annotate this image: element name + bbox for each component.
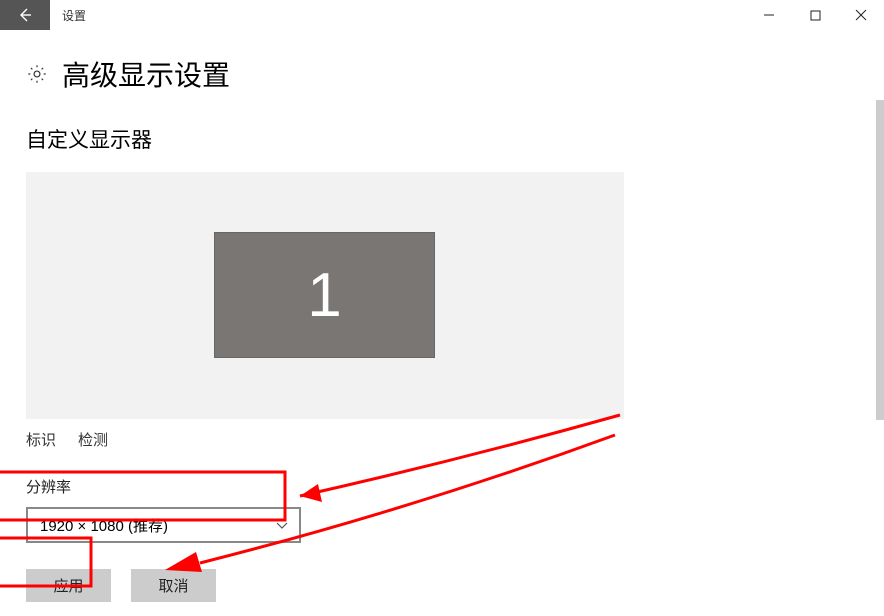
detect-link[interactable]: 检测 [78, 429, 108, 450]
resolution-label: 分辨率 [26, 476, 858, 497]
apply-button[interactable]: 应用 [26, 569, 111, 602]
maximize-button[interactable] [792, 0, 838, 30]
page-title: 高级显示设置 [62, 54, 230, 94]
maximize-icon [810, 10, 821, 21]
content-area: 高级显示设置 自定义显示器 1 标识 检测 分辨率 1920 × 1080 (推… [0, 30, 884, 616]
chevron-down-icon [275, 518, 289, 532]
back-button[interactable] [0, 0, 50, 30]
arrow-left-icon [16, 6, 34, 24]
monitor-preview-area[interactable]: 1 [26, 172, 624, 419]
minimize-button[interactable] [746, 0, 792, 30]
app-title: 设置 [50, 0, 86, 30]
minimize-icon [763, 9, 775, 21]
window-controls [746, 0, 884, 30]
titlebar: 设置 [0, 0, 884, 30]
monitor-1[interactable]: 1 [215, 233, 434, 357]
resolution-dropdown[interactable]: 1920 × 1080 (推荐) [26, 507, 301, 543]
page-header: 高级显示设置 [26, 54, 858, 94]
monitor-actions: 标识 检测 [26, 429, 858, 450]
identify-link[interactable]: 标识 [26, 429, 56, 450]
resolution-value: 1920 × 1080 (推荐) [40, 515, 168, 536]
section-title: 自定义显示器 [26, 124, 858, 154]
cancel-button[interactable]: 取消 [131, 569, 216, 602]
scrollbar[interactable] [876, 100, 884, 420]
close-icon [855, 9, 867, 21]
button-row: 应用 取消 [26, 569, 858, 602]
gear-icon [26, 63, 48, 85]
close-button[interactable] [838, 0, 884, 30]
